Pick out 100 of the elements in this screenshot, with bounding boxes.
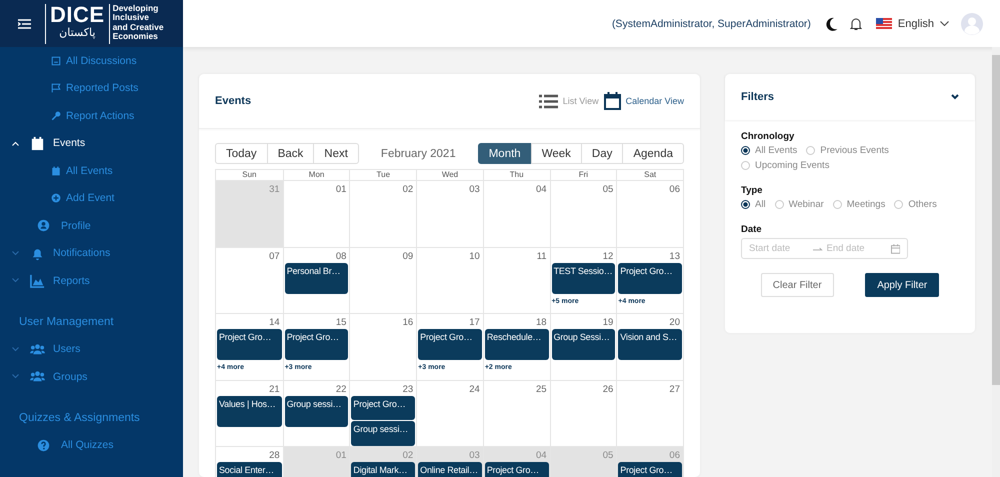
day-number: 01	[336, 449, 348, 461]
users-icon	[30, 342, 45, 357]
weekday-header: Sun	[241, 170, 258, 180]
event-chip[interactable]: Project Gro…	[217, 329, 282, 360]
nav-button[interactable]: Today	[215, 143, 268, 164]
event-chip[interactable]: Project Gro…	[618, 462, 682, 477]
event-chip[interactable]: Reschedule…	[484, 329, 549, 360]
calendar-icon[interactable]	[890, 244, 900, 254]
nav-button[interactable]: Next	[313, 143, 359, 164]
day-number: 24	[469, 382, 481, 394]
event-chip[interactable]: Project Gro…	[418, 329, 482, 360]
card-title: Filters	[741, 91, 774, 103]
apply-button[interactable]: Apply Filter	[865, 273, 940, 297]
date-range-field[interactable]: Start date End date	[741, 238, 908, 259]
day-number: 13	[669, 250, 681, 262]
bell-icon[interactable]	[850, 16, 862, 30]
radio-option[interactable]: All Events	[741, 145, 798, 156]
period-label: February 2021	[380, 148, 456, 160]
event-chip[interactable]: Social Enter…	[217, 462, 282, 477]
view-mode-button[interactable]: Week	[530, 143, 582, 164]
day-number: 09	[402, 250, 414, 262]
filter-label: Date	[741, 224, 763, 235]
day-number: 03	[469, 183, 481, 195]
event-chip[interactable]: Project Gro…	[351, 396, 416, 420]
clear-button[interactable]: Clear Filter	[760, 273, 834, 297]
chevron-icon[interactable]	[951, 94, 959, 100]
event-chip[interactable]: Online Retail…	[418, 462, 482, 477]
language-selector[interactable]: English	[876, 18, 949, 30]
chart-icon	[30, 273, 45, 288]
day-number: 23	[402, 382, 414, 394]
day-number: 14	[269, 316, 281, 328]
help-icon	[37, 438, 50, 452]
sidebar-heading: User Management	[18, 315, 115, 330]
event-chip[interactable]: Group sessi…	[351, 421, 416, 446]
radio-option[interactable]: Webinar	[774, 199, 824, 210]
event-chip[interactable]: Group sessi…	[284, 396, 348, 426]
menu-icon[interactable]	[18, 18, 31, 28]
day-number: 15	[336, 316, 348, 328]
radio-option[interactable]: Previous Events	[806, 145, 889, 156]
view-mode-button[interactable]: Agenda	[622, 143, 684, 164]
radio-option[interactable]: All	[741, 199, 766, 210]
radio-option[interactable]: Meetings	[832, 199, 886, 210]
weekday-header: Fri	[550, 170, 616, 180]
day-number: 06	[669, 449, 681, 461]
day-number: 21	[269, 382, 281, 394]
event-chip[interactable]: Personal Br…	[284, 262, 348, 294]
day-number: 25	[536, 382, 548, 394]
filter-label: Type	[741, 185, 764, 196]
logo-title: DICE	[50, 4, 105, 26]
day-number: 07	[269, 250, 281, 262]
day-number: 11	[536, 250, 548, 262]
view-toggle[interactable]: Calendar View	[604, 92, 684, 110]
sidebar-item[interactable]: Events	[53, 137, 86, 150]
day-number: 04	[536, 183, 548, 195]
day-number: 17	[469, 316, 481, 328]
day-number: 31	[269, 183, 281, 195]
day-number: 22	[336, 382, 348, 394]
day-number: 08	[336, 250, 348, 262]
filter-label: Chronology	[741, 131, 796, 142]
event-chip[interactable]: Vision and S…	[618, 329, 682, 360]
radio-option[interactable]: Others	[894, 199, 937, 210]
chevron-down-icon	[940, 21, 949, 26]
view-mode-button[interactable]: Day	[580, 143, 624, 164]
event-chip[interactable]: Project Gro…	[484, 462, 549, 477]
calendar-icon	[604, 92, 621, 110]
key-icon	[51, 110, 61, 121]
weekday-header: Thu	[482, 170, 550, 180]
event-chip[interactable]: Project Gro…	[618, 262, 682, 294]
radio-option[interactable]: Upcoming Events	[741, 160, 830, 171]
moon-icon[interactable]	[824, 16, 838, 30]
event-chip[interactable]: Values | Hos…	[217, 396, 282, 426]
sidebar-heading: Quizzes & Assignments	[18, 411, 141, 426]
event-chip[interactable]: Project Gro…	[284, 329, 348, 360]
day-number: 06	[669, 183, 681, 195]
day-number: 26	[602, 382, 614, 394]
user-circle-icon	[37, 219, 50, 232]
weekday-header: Sat	[616, 170, 683, 180]
view-mode-button[interactable]: Month	[478, 143, 532, 164]
event-chip[interactable]: Digital Mark…	[351, 462, 416, 477]
flag-icon	[51, 83, 61, 94]
logo-tagline: Developing Inclusive and Creative Economies	[112, 4, 164, 43]
day-number: 04	[536, 449, 548, 461]
day-number: 28	[269, 449, 281, 461]
plus-circle-icon	[51, 193, 61, 204]
user-roles: (SystemAdministrator, SuperAdministrator)	[612, 18, 811, 30]
logo-subtitle: پاکستان	[59, 26, 96, 40]
day-number: 02	[402, 449, 414, 461]
day-number: 27	[669, 382, 681, 394]
event-chip[interactable]: Group Sessi…	[552, 329, 616, 360]
card-title: Events	[215, 95, 252, 107]
avatar[interactable]	[961, 12, 983, 34]
event-chip[interactable]: TEST Sessio…	[552, 262, 616, 294]
list-icon	[538, 94, 558, 108]
day-number: 16	[402, 316, 414, 328]
day-number: 01	[336, 183, 348, 195]
flag-icon	[876, 18, 892, 29]
day-number: 20	[669, 316, 681, 328]
weekday-header: Wed	[416, 170, 483, 180]
nav-button[interactable]: Back	[266, 143, 314, 164]
day-number: 10	[469, 250, 481, 262]
